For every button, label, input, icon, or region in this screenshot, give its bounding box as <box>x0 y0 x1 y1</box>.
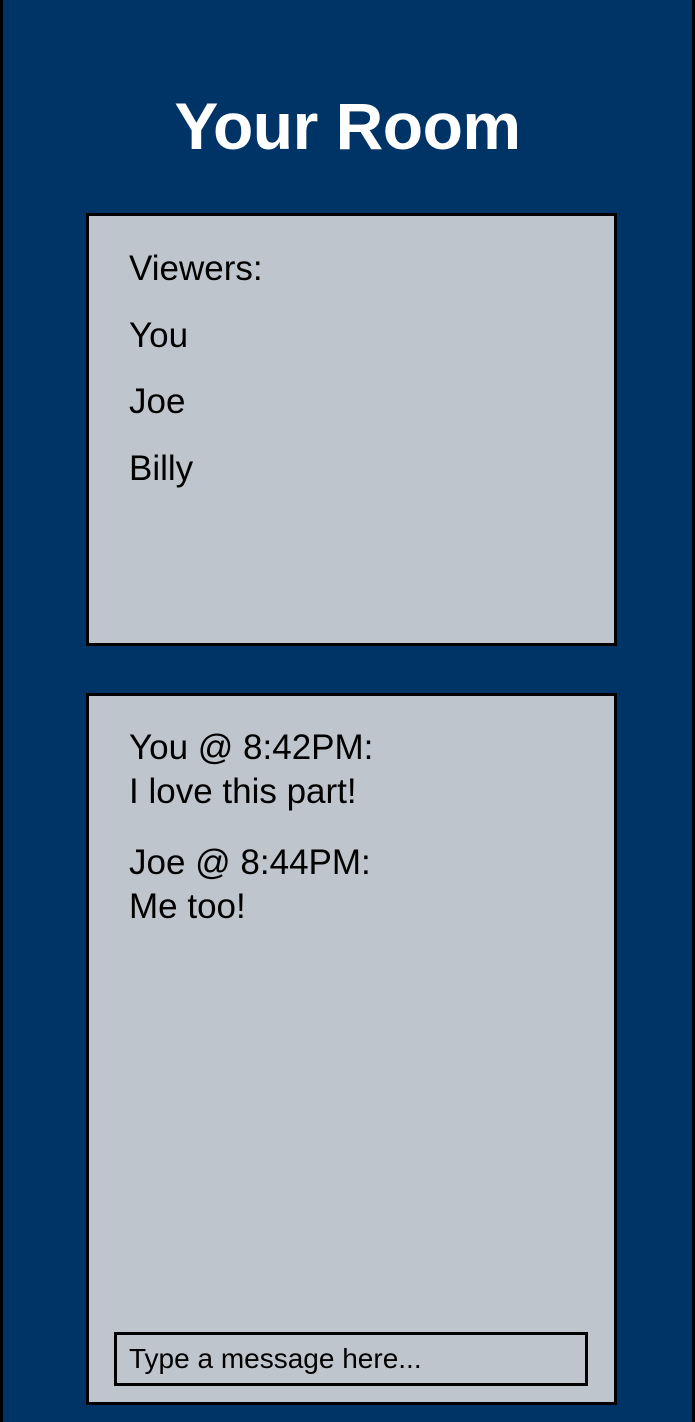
chat-message-text: I love this part! <box>129 772 357 811</box>
room-screen: Your Room Viewers: You Joe Billy You @ 8… <box>0 0 695 1422</box>
viewers-list: Viewers: You Joe Billy <box>129 246 263 512</box>
viewer-item: You <box>129 315 189 355</box>
chat-message-meta: Joe @ 8:44PM: <box>129 843 371 882</box>
viewers-heading: Viewers: <box>129 249 263 288</box>
chat-message: You @ 8:42PM: I love this part! <box>129 726 594 814</box>
page-title: Your Room <box>174 89 521 163</box>
chat-message-meta: You @ 8:42PM: <box>129 728 374 767</box>
chat-message-text: Me too! <box>129 887 246 926</box>
viewer-item: Joe <box>129 382 186 421</box>
chat-messages: You @ 8:42PM: I love this part! Joe @ 8:… <box>129 726 594 956</box>
chat-message: Joe @ 8:44PM: Me too! <box>129 841 594 929</box>
chat-panel: You @ 8:42PM: I love this part! Joe @ 8:… <box>86 693 617 1405</box>
viewer-item: Billy <box>129 448 194 488</box>
message-input[interactable] <box>114 1332 588 1386</box>
viewers-panel: Viewers: You Joe Billy <box>86 213 617 646</box>
